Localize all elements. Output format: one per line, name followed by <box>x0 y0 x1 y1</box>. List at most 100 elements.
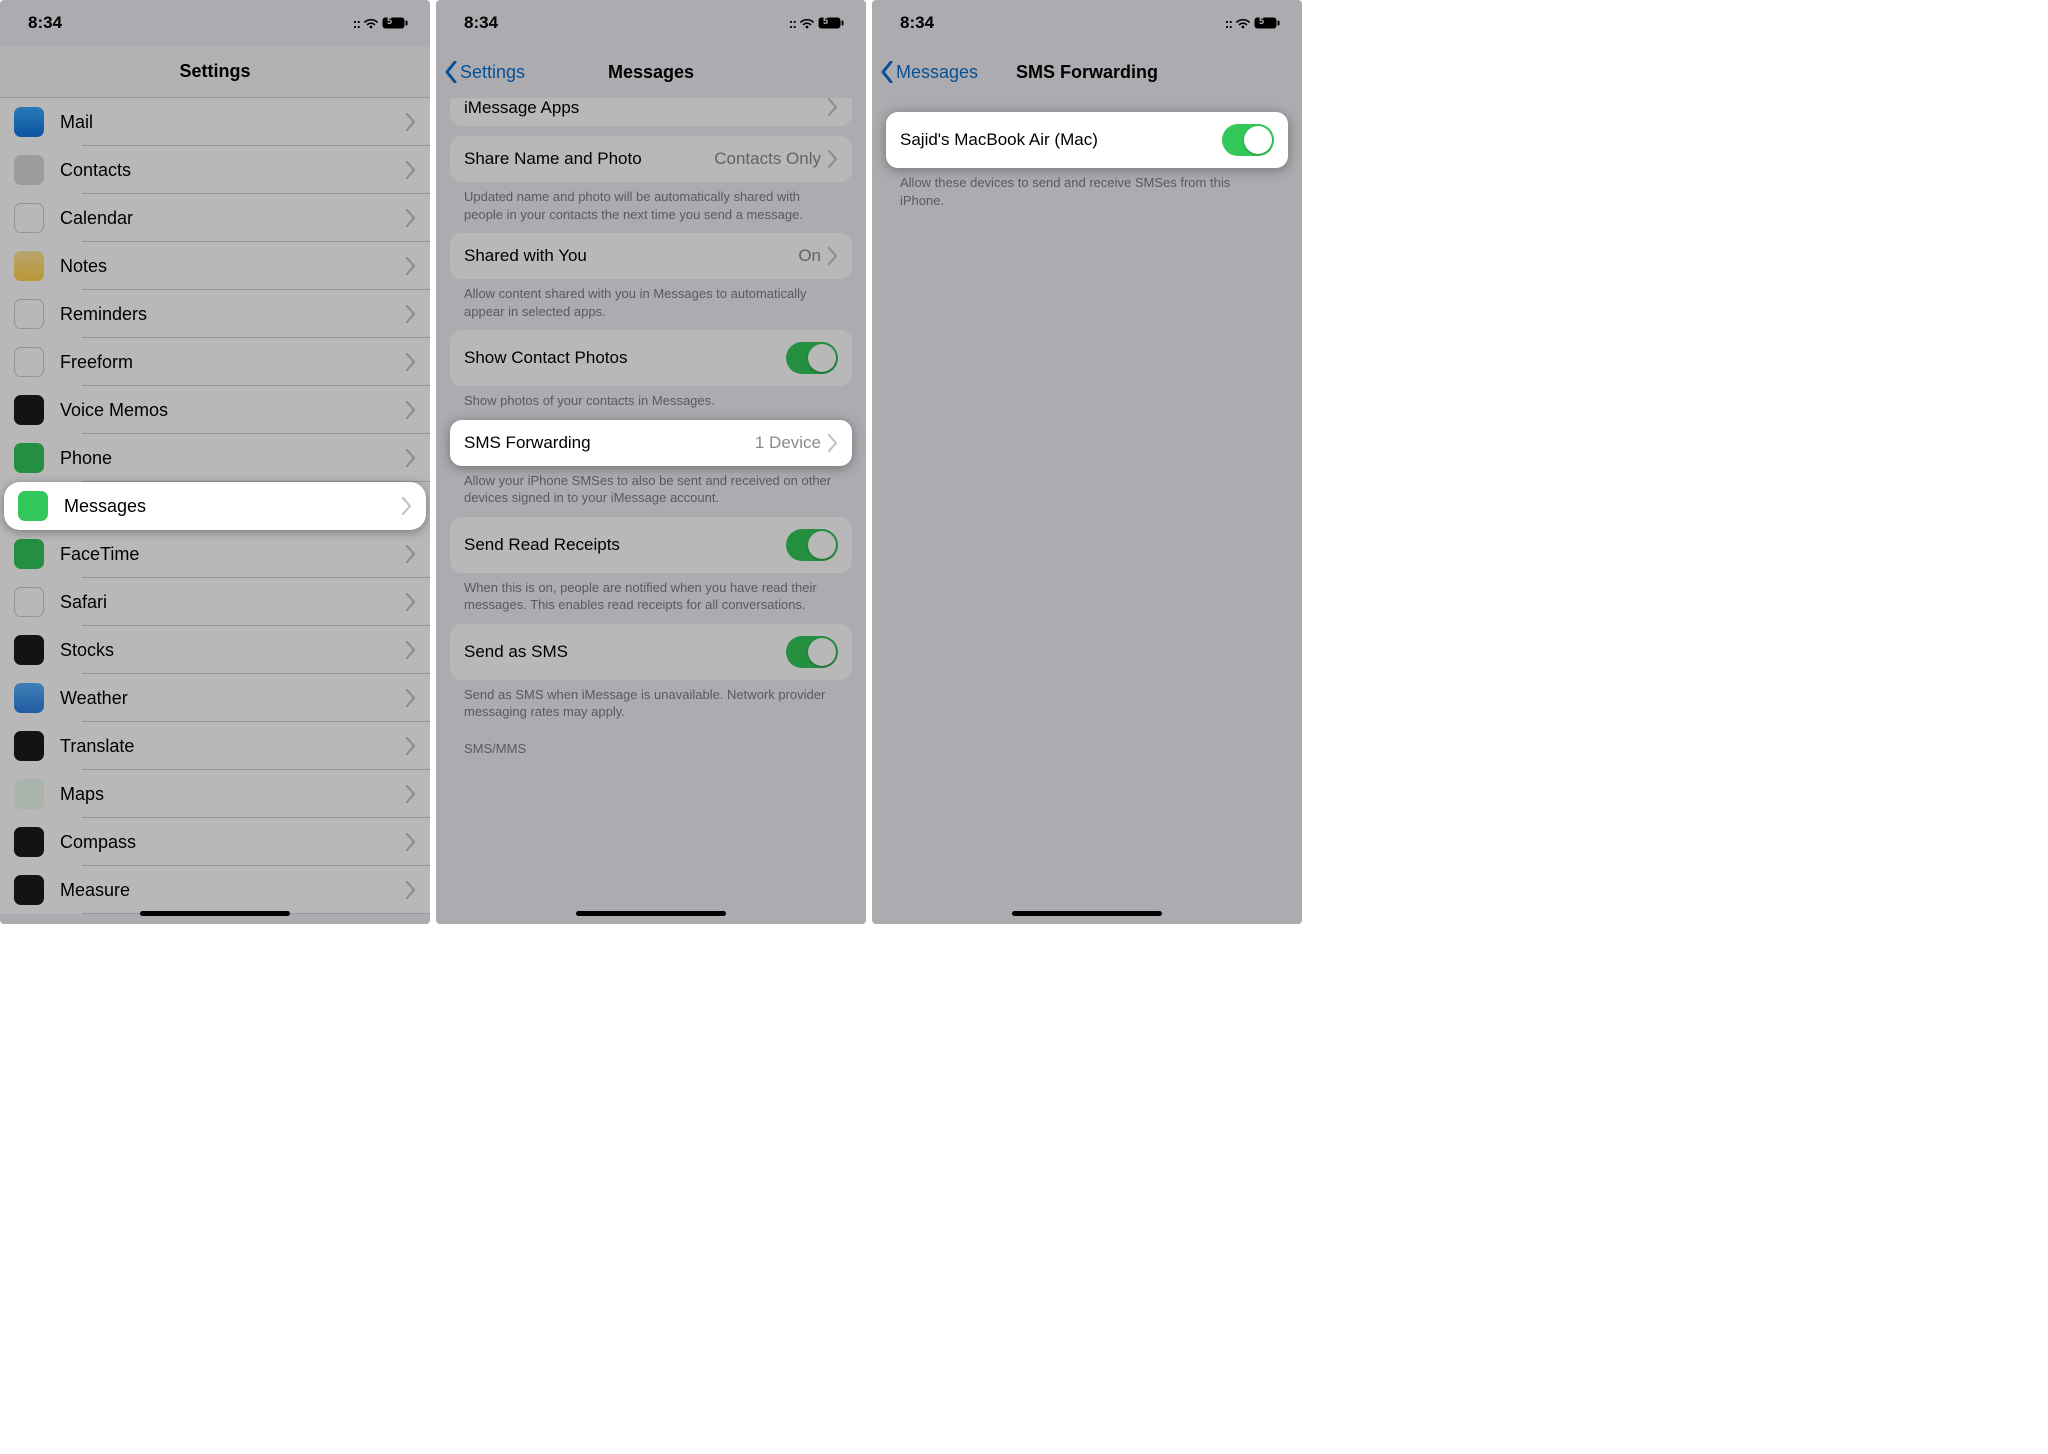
home-indicator[interactable] <box>140 911 290 916</box>
panel-messages: 8:34 5 Settings Messages <box>436 0 866 924</box>
chevron-right-icon <box>405 113 416 131</box>
chevron-right-icon <box>405 593 416 611</box>
status-bar: 8:34 5 <box>436 0 866 46</box>
section-header: SMS/MMS <box>464 741 838 756</box>
row-label: Show Contact Photos <box>464 348 786 368</box>
back-button[interactable]: Messages <box>880 61 978 83</box>
back-label: Messages <box>896 62 978 83</box>
panel-settings: 8:34 5 Settings MailContactsCalendarNote… <box>0 0 430 924</box>
back-label: Settings <box>460 62 525 83</box>
settings-row-phone[interactable]: Phone <box>0 434 430 482</box>
clock: 8:34 <box>900 13 934 33</box>
row-label: Notes <box>60 256 405 277</box>
home-indicator[interactable] <box>576 911 726 916</box>
settings-row-voice[interactable]: Voice Memos <box>0 386 430 434</box>
clock: 8:34 <box>28 13 62 33</box>
footer-text: Allow content shared with you in Message… <box>464 285 838 320</box>
row-label: Compass <box>60 832 405 853</box>
cellular-icon <box>789 13 796 33</box>
row-share-name-photo[interactable]: Share Name and Photo Contacts Only <box>450 136 852 182</box>
chevron-right-icon <box>827 98 838 116</box>
row-label: Send Read Receipts <box>464 535 786 555</box>
row-label: Mail <box>60 112 405 133</box>
toggle-device-macbook[interactable] <box>1222 124 1274 156</box>
wifi-icon <box>364 17 378 29</box>
row-shared-with-you[interactable]: Shared with You On <box>450 233 852 279</box>
toggle-send-as-sms[interactable] <box>786 636 838 668</box>
settings-row-weather[interactable]: Weather <box>0 674 430 722</box>
phone-icon <box>14 443 44 473</box>
chevron-right-icon <box>405 401 416 419</box>
row-label: Voice Memos <box>60 400 405 421</box>
toggle-show-contact-photos[interactable] <box>786 342 838 374</box>
footer-text: Allow your iPhone SMSes to also be sent … <box>464 472 838 507</box>
chevron-right-icon <box>405 305 416 323</box>
row-label: Stocks <box>60 640 405 661</box>
chevron-right-icon <box>405 689 416 707</box>
footer-text: Show photos of your contacts in Messages… <box>464 392 838 410</box>
calendar-icon <box>14 203 44 233</box>
chevron-right-icon <box>405 353 416 371</box>
chevron-right-icon <box>401 497 412 515</box>
wifi-icon <box>1236 17 1250 29</box>
wifi-icon <box>800 17 814 29</box>
row-send-read-receipts[interactable]: Send Read Receipts <box>450 517 852 573</box>
chevron-right-icon <box>405 641 416 659</box>
row-sms-forwarding[interactable]: SMS Forwarding 1 Device <box>450 420 852 466</box>
page-title: SMS Forwarding <box>1016 62 1158 83</box>
chevron-right-icon <box>405 545 416 563</box>
chevron-right-icon <box>405 737 416 755</box>
clock: 8:34 <box>464 13 498 33</box>
settings-row-facetime[interactable]: FaceTime <box>0 530 430 578</box>
notes-icon <box>14 251 44 281</box>
row-imessage-apps[interactable]: iMessage Apps <box>450 98 852 126</box>
chevron-left-icon <box>444 61 458 83</box>
messages-icon <box>18 491 48 521</box>
back-button[interactable]: Settings <box>444 61 525 83</box>
settings-row-measure[interactable]: Measure <box>0 866 430 914</box>
chevron-right-icon <box>827 247 838 265</box>
row-show-contact-photos[interactable]: Show Contact Photos <box>450 330 852 386</box>
row-label: Send as SMS <box>464 642 786 662</box>
toggle-send-read-receipts[interactable] <box>786 529 838 561</box>
row-send-as-sms[interactable]: Send as SMS <box>450 624 852 680</box>
page-title: Messages <box>608 62 694 83</box>
footer-text: Updated name and photo will be automatic… <box>464 188 838 223</box>
settings-row-stocks[interactable]: Stocks <box>0 626 430 674</box>
safari-icon <box>14 587 44 617</box>
footer-text: Allow these devices to send and receive … <box>900 174 1274 209</box>
battery-icon: 5 <box>818 17 844 29</box>
navbar: Settings <box>0 46 430 98</box>
settings-row-mail[interactable]: Mail <box>0 98 430 146</box>
settings-row-contacts[interactable]: Contacts <box>0 146 430 194</box>
home-indicator[interactable] <box>1012 911 1162 916</box>
row-device-macbook[interactable]: Sajid's MacBook Air (Mac) <box>886 112 1288 168</box>
settings-row-freeform[interactable]: Freeform <box>0 338 430 386</box>
settings-row-messages[interactable]: Messages <box>4 482 426 530</box>
cellular-icon <box>353 13 360 33</box>
navbar: Messages SMS Forwarding <box>872 46 1302 98</box>
row-label: Weather <box>60 688 405 709</box>
contacts-icon <box>14 155 44 185</box>
row-label: Shared with You <box>464 246 798 266</box>
settings-row-compass[interactable]: Compass <box>0 818 430 866</box>
page-title: Settings <box>179 61 250 82</box>
footer-text: When this is on, people are notified whe… <box>464 579 838 614</box>
settings-row-safari[interactable]: Safari <box>0 578 430 626</box>
settings-row-calendar[interactable]: Calendar <box>0 194 430 242</box>
row-label: Maps <box>60 784 405 805</box>
row-label: iMessage Apps <box>464 98 827 118</box>
settings-row-translate[interactable]: Translate <box>0 722 430 770</box>
row-label: Safari <box>60 592 405 613</box>
chevron-right-icon <box>405 449 416 467</box>
panel-sms-forwarding: 8:34 5 Messages SMS Forwarding <box>872 0 1302 924</box>
settings-row-notes[interactable]: Notes <box>0 242 430 290</box>
settings-row-reminders[interactable]: Reminders <box>0 290 430 338</box>
chevron-right-icon <box>827 150 838 168</box>
status-bar: 8:34 5 <box>872 0 1302 46</box>
settings-row-maps[interactable]: Maps <box>0 770 430 818</box>
row-label: Reminders <box>60 304 405 325</box>
chevron-right-icon <box>405 209 416 227</box>
footer-text: Send as SMS when iMessage is unavailable… <box>464 686 838 721</box>
translate-icon <box>14 731 44 761</box>
